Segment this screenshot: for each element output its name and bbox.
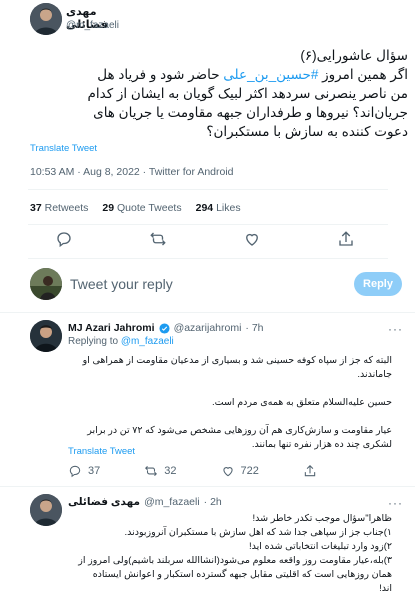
reply2-text-line: ۱)جناب جز از سپاهی جدا شد که اهل سازش با… <box>124 527 392 538</box>
reply-actions: 37 32 722 <box>68 464 368 478</box>
likes-label: Likes <box>216 202 241 214</box>
stats-row: 37 Retweets 29 Quote Tweets 294 Likes <box>30 202 241 214</box>
divider <box>28 224 388 225</box>
quotes-label: Quote Tweets <box>117 202 182 214</box>
tweet-text-line: سؤال عاشورایی(۶) <box>300 48 408 63</box>
reply2-author-name[interactable]: مهدی فضائلی <box>68 496 140 508</box>
replying-to-label: Replying to <box>68 336 119 347</box>
author-avatar[interactable] <box>30 3 62 35</box>
replying-to: Replying to @m_fazaeli <box>68 336 174 347</box>
tweet-actions <box>55 230 355 250</box>
reply-author-avatar[interactable] <box>30 320 62 352</box>
reply2-author-avatar[interactable] <box>30 494 62 526</box>
reply-author-name[interactable]: MJ Azari Jahromi <box>68 322 155 334</box>
replying-to-handle[interactable]: @m_fazaeli <box>121 336 174 347</box>
author-handle[interactable]: @m_fazaeli <box>66 20 119 31</box>
retweets-count: 37 <box>30 202 42 214</box>
reply-text: البته که جز از سپاه کوفه حسینی شد و بسیا… <box>66 354 392 452</box>
retweets-stat[interactable]: 37 Retweets <box>30 202 88 214</box>
reply2-text-line: همان روزهایی است که اقلیتی مقابل جبهه گس… <box>92 569 392 580</box>
reply-likes[interactable]: 722 <box>221 464 259 478</box>
reply-author-handle[interactable]: @azarijahromi <box>174 322 242 334</box>
share-icon <box>303 464 317 478</box>
reply-header: MJ Azari Jahromi @azarijahromi · 7h <box>68 322 264 334</box>
translate-tweet-link[interactable]: Translate Tweet <box>30 143 97 154</box>
divider <box>0 312 415 313</box>
reply2-text: ظاهرا"سؤال موجب تکدر خاطر شد! ۱)جناب جز … <box>66 512 392 592</box>
tweet-text-line: جریان‌اند؟ نیروها و طرفداران جبهه مقاومت… <box>93 105 408 120</box>
reply-time[interactable]: · 7h <box>245 322 263 334</box>
quotes-count: 29 <box>102 202 115 214</box>
reply-likes-count: 722 <box>240 465 259 477</box>
like-icon <box>221 464 235 478</box>
reply-button[interactable]: Reply <box>354 272 402 296</box>
reply2-header: مهدی فضائلی @m_fazaeli · 2h <box>68 496 222 508</box>
tweet-meta[interactable]: 10:53 AM · Aug 8, 2022 · Twitter for And… <box>30 166 234 178</box>
reply-text-line: عیار مقاومت و سازش‌کاری هم آن روزهایی مش… <box>87 425 392 436</box>
reply-translate-link[interactable]: Translate Tweet <box>68 446 135 457</box>
reply2-text-line: اند! <box>379 583 392 592</box>
reply-icon[interactable] <box>55 230 73 250</box>
tweet-text-line: اگر همین امروز #حسین_بن_علی حاضر شود و ف… <box>20 65 408 84</box>
reply2-author-handle[interactable]: @m_fazaeli <box>144 496 200 508</box>
tweet-text-part: حاضر شود و فریاد هل <box>97 67 224 82</box>
tweet-text: سؤال عاشورایی(۶) اگر همین امروز #حسین_بن… <box>20 46 408 141</box>
divider <box>0 486 415 487</box>
more-options-icon[interactable]: ··· <box>388 496 403 510</box>
tweet-text-line: دعوت کننده به سازش با مستکبران؟ <box>206 124 408 139</box>
reply2-text-line: ظاهرا"سؤال موجب تکدر خاطر شد! <box>252 513 392 524</box>
current-user-avatar[interactable] <box>30 268 62 300</box>
tweet-text-part: اگر همین امروز <box>318 67 408 82</box>
reply-text-line: جاماندند. <box>357 369 392 380</box>
hashtag-link[interactable]: #حسین_بن_علی <box>223 67 318 82</box>
reply-replies-count: 37 <box>88 465 101 477</box>
reply-replies[interactable]: 37 <box>68 464 100 478</box>
like-icon[interactable] <box>243 230 261 250</box>
reply-text-line: حسین علیه‌السلام متعلق به همه‌ی مردم است… <box>212 397 392 408</box>
retweet-icon <box>144 464 158 478</box>
likes-stat[interactable]: 294 Likes <box>196 202 241 214</box>
verified-badge-icon <box>159 322 170 334</box>
likes-count: 294 <box>195 202 214 214</box>
divider <box>28 189 388 190</box>
more-options-icon[interactable]: ··· <box>388 322 403 336</box>
retweets-label: Retweets <box>44 202 89 214</box>
retweet-icon[interactable] <box>149 230 167 250</box>
divider <box>28 258 388 259</box>
reply2-time[interactable]: · 2h <box>204 496 222 508</box>
reply-icon <box>68 464 82 478</box>
reply2-text-line: ۳)بله،عیار مقاومت روز واقعه معلوم می‌شود… <box>78 555 392 566</box>
reply-input[interactable]: Tweet your reply <box>70 276 173 292</box>
share-icon[interactable] <box>337 230 355 250</box>
reply-share[interactable] <box>303 464 317 478</box>
quote-tweets-stat[interactable]: 29 Quote Tweets <box>102 202 181 214</box>
tweet-text-line: من ناصر ینصرنی سردهد اکثر لبیک گویان به … <box>87 86 408 101</box>
reply-retweets[interactable]: 32 <box>144 464 177 478</box>
reply2-text-line: ۲)زود وارد تبلیغات انتخاباتی شده اید! <box>249 541 392 552</box>
reply-text-line: البته که جز از سپاه کوفه حسینی شد و بسیا… <box>82 355 392 366</box>
reply-retweets-count: 32 <box>164 465 177 477</box>
